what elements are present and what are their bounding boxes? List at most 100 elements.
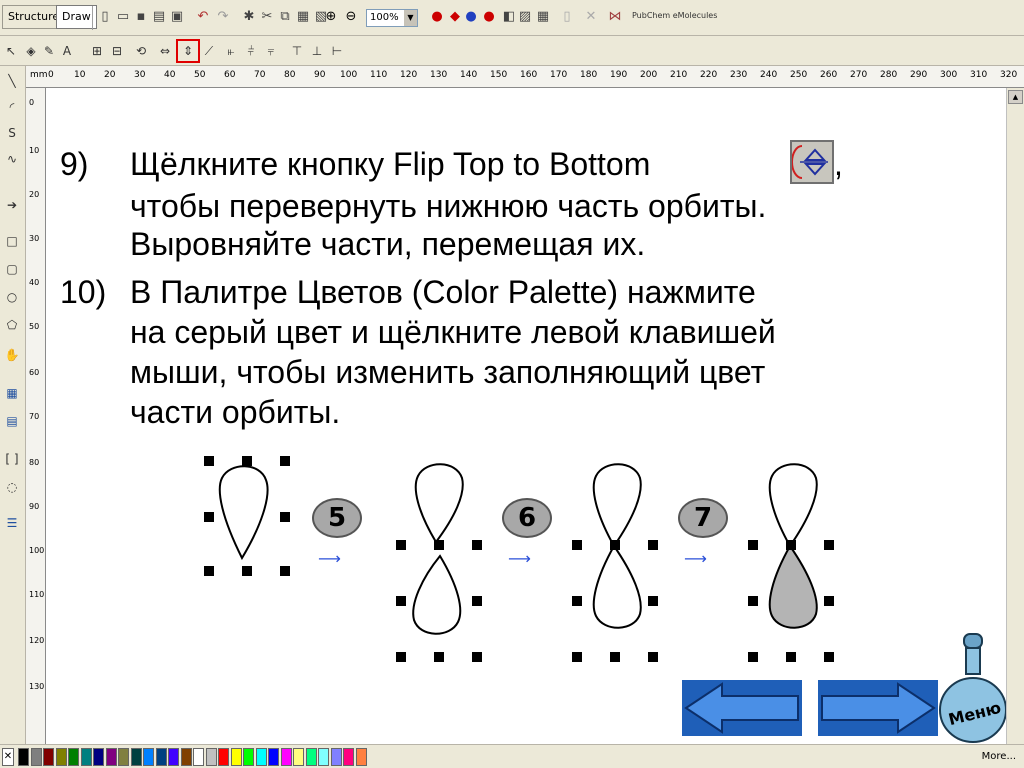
align-right-icon[interactable]: ⫧ <box>262 42 280 60</box>
redo-icon[interactable]: ↷ <box>214 8 232 26</box>
model-icon[interactable]: ● <box>480 8 498 26</box>
align-middle-icon[interactable]: ⊥ <box>308 42 326 60</box>
bracket-tool-icon[interactable]: [ ] <box>3 450 21 468</box>
print-icon[interactable]: ▤ <box>150 8 168 26</box>
color-swatch[interactable] <box>205 748 217 766</box>
vertical-scrollbar[interactable]: ▲ <box>1006 88 1024 744</box>
hand-tool-icon[interactable]: ✋ <box>3 346 21 364</box>
select-arrow-icon[interactable]: ↖ <box>2 42 20 60</box>
pdf-icon[interactable]: ▣ <box>168 8 186 26</box>
zoom-out-icon[interactable]: ⊖ <box>342 8 360 26</box>
previous-slide-button[interactable] <box>682 680 802 736</box>
ungroup-icon[interactable]: ⊟ <box>108 42 126 60</box>
tab-draw[interactable]: Draw <box>56 5 97 29</box>
no-color-swatch[interactable]: ✕ <box>2 748 14 766</box>
color-swatch[interactable] <box>180 748 192 766</box>
ruler-label: 220 <box>700 70 718 80</box>
color-swatch[interactable] <box>305 748 317 766</box>
dictionary-icon[interactable]: ✕ <box>582 8 600 26</box>
main-toolbar: Structure Draw ▯ ▭ ▪ ▤ ▣ ↶ ↷ ✱ ✂ ⧉ ▦ ▧ ⊕… <box>0 0 1024 36</box>
color-swatch[interactable] <box>343 748 354 766</box>
distort-icon[interactable]: ⟋ <box>200 42 218 60</box>
drawing-canvas[interactable]: 9) Щёлкните кнопку Flip Top to Bottom , … <box>46 88 1006 744</box>
arc-tool-icon[interactable]: ◜ <box>3 98 21 116</box>
polygon-tool-icon[interactable]: ⬠ <box>3 316 21 334</box>
save-icon[interactable]: ▪ <box>132 8 150 26</box>
ruler-label: 70 <box>254 70 266 80</box>
ruler-label: 120 <box>400 70 418 80</box>
color-swatch[interactable] <box>93 748 104 766</box>
selection-handle <box>396 652 406 662</box>
line-tool-icon[interactable]: ╲ <box>3 72 21 90</box>
grid-tool-icon[interactable]: ▤ <box>3 412 21 430</box>
color-swatch[interactable] <box>30 748 42 766</box>
clean-icon[interactable]: ✱ <box>240 8 258 26</box>
calculator-icon[interactable]: ▦ <box>534 8 552 26</box>
color-swatch[interactable] <box>43 748 54 766</box>
arrow-tool-icon[interactable]: ➔ <box>3 196 21 214</box>
flip-left-right-icon[interactable]: ⇔ <box>156 42 174 60</box>
list-tool-icon[interactable]: ☰ <box>3 514 21 532</box>
color-swatch[interactable] <box>155 748 167 766</box>
new-document-icon[interactable]: ▯ <box>96 8 114 26</box>
paste-icon[interactable]: ▦ <box>294 8 312 26</box>
align-left-icon[interactable]: ⫦ <box>222 42 240 60</box>
wave-tool-icon[interactable]: ∿ <box>3 150 21 168</box>
open-folder-icon[interactable]: ▭ <box>114 8 132 26</box>
fill-icon[interactable]: ◈ <box>22 42 40 60</box>
color-swatch[interactable] <box>255 748 267 766</box>
color-swatch[interactable] <box>280 748 292 766</box>
ruler-label: 0 <box>48 70 54 80</box>
group-icon[interactable]: ⊞ <box>88 42 106 60</box>
more-colors-button[interactable]: More... <box>982 751 1016 762</box>
pubchem-link[interactable]: PubChem eMolecules <box>632 11 717 20</box>
copy-icon[interactable]: ⧉ <box>276 8 294 26</box>
align-top-icon[interactable]: ⊤ <box>288 42 306 60</box>
ellipse-tool-icon[interactable]: ○ <box>3 288 21 306</box>
scroll-up-icon[interactable]: ▲ <box>1008 90 1023 104</box>
text-icon[interactable]: A <box>58 42 76 60</box>
color-swatch[interactable] <box>193 748 204 766</box>
color-swatch[interactable] <box>293 748 304 766</box>
color-swatch[interactable] <box>230 748 242 766</box>
color-swatch[interactable] <box>318 748 329 766</box>
color-swatch[interactable] <box>268 748 279 766</box>
lasso-tool-icon[interactable]: ◌ <box>3 478 21 496</box>
ruler-label: 270 <box>850 70 868 80</box>
color-swatch[interactable] <box>118 748 129 766</box>
color-swatch[interactable] <box>355 748 367 766</box>
selection-handle <box>648 596 658 606</box>
color-swatch[interactable] <box>168 748 179 766</box>
color-swatch[interactable] <box>218 748 229 766</box>
color-swatch[interactable] <box>18 748 29 766</box>
molecule-icon[interactable]: ● <box>462 8 480 26</box>
name-icon[interactable]: ⋈ <box>606 8 624 26</box>
align-bottom-icon[interactable]: ⊢ <box>328 42 346 60</box>
color-swatch[interactable] <box>80 748 92 766</box>
chevron-down-icon[interactable]: ▼ <box>404 10 417 26</box>
curve-tool-icon[interactable]: S <box>3 124 21 142</box>
color-swatch[interactable] <box>55 748 67 766</box>
menu-flask-button[interactable] <box>938 632 1006 744</box>
chart-icon[interactable]: ▨ <box>516 8 534 26</box>
color-swatch[interactable] <box>105 748 117 766</box>
table-tool-icon[interactable]: ▦ <box>3 384 21 402</box>
rounded-rect-tool-icon[interactable]: ▢ <box>3 260 21 278</box>
document-icon[interactable]: ▯ <box>558 8 576 26</box>
color-swatch[interactable] <box>243 748 254 766</box>
align-center-icon[interactable]: ⫩ <box>242 42 260 60</box>
rotate-icon[interactable]: ⟲ <box>132 42 150 60</box>
color-swatch[interactable] <box>330 748 342 766</box>
color-swatch[interactable] <box>68 748 79 766</box>
color-swatch[interactable] <box>130 748 142 766</box>
template-icon[interactable]: ● <box>428 8 446 26</box>
ruler-label: 30 <box>29 234 40 243</box>
cut-icon[interactable]: ✂ <box>258 8 276 26</box>
color-swatch[interactable] <box>143 748 154 766</box>
step-badge-5: 5 <box>312 498 362 538</box>
undo-icon[interactable]: ↶ <box>194 8 212 26</box>
pencil-icon[interactable]: ✎ <box>40 42 58 60</box>
rectangle-tool-icon[interactable]: □ <box>3 232 21 250</box>
next-slide-button[interactable] <box>818 680 938 736</box>
zoom-in-icon[interactable]: ⊕ <box>322 8 340 26</box>
